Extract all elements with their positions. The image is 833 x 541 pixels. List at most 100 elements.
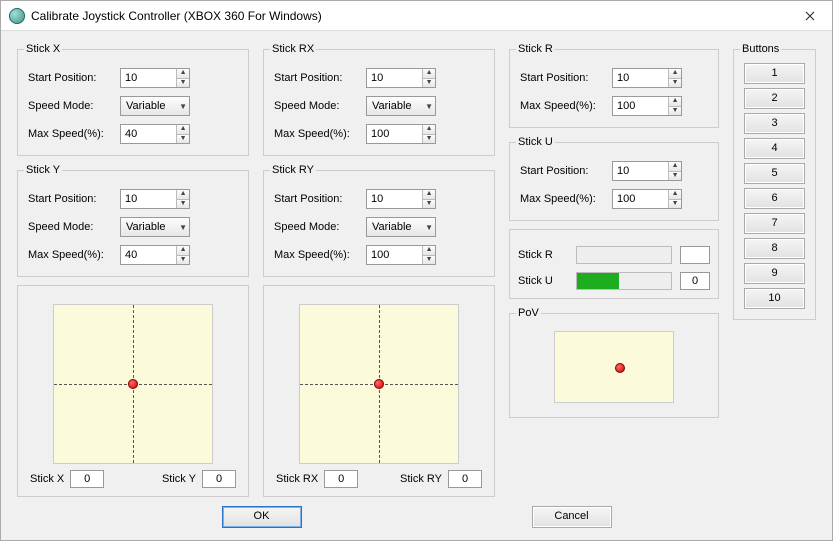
spin-down-icon[interactable]: ▼ [423,200,435,209]
legend-stick-x: Stick X [24,43,62,55]
stick-u-start-position-input[interactable] [613,162,668,180]
stick-y-max-speed-input[interactable] [121,246,176,264]
titlebar: Calibrate Joystick Controller (XBOX 360 … [1,1,832,31]
close-button[interactable] [788,1,832,31]
spin-up-icon[interactable]: ▲ [669,97,681,107]
pov-pad[interactable] [554,331,674,403]
legend-stick-rx: Stick RX [270,43,316,55]
content-area: Stick X Start Position: ▲▼ Speed Mode: V… [1,31,832,540]
stick-x-start-position-input[interactable] [121,69,176,87]
stick-ry-max-speed-input[interactable] [367,246,422,264]
group-stick-x: Stick X Start Position: ▲▼ Speed Mode: V… [17,43,249,156]
label-max-speed: Max Speed(%): [520,193,612,205]
readout-x-label: Stick X [30,473,64,485]
group-stick-ry: Stick RY Start Position: ▲▼ Speed Mode: … [263,164,495,277]
bar-u [576,272,672,290]
stick-rx-max-speed-spinner[interactable]: ▲▼ [366,124,436,144]
spin-up-icon[interactable]: ▲ [177,246,189,256]
select-value: Variable [372,100,412,112]
spin-up-icon[interactable]: ▲ [423,125,435,135]
spin-up-icon[interactable]: ▲ [423,69,435,79]
group-stick-rx: Stick RX Start Position: ▲▼ Speed Mode: … [263,43,495,156]
stick-x-max-speed-spinner[interactable]: ▲▼ [120,124,190,144]
stick-y-max-speed-spinner[interactable]: ▲▼ [120,245,190,265]
readout-ry-value: 0 [448,470,482,488]
spin-up-icon[interactable]: ▲ [669,69,681,79]
chevron-down-icon: ▼ [179,102,187,111]
label-start-position: Start Position: [520,72,612,84]
stick-r-max-speed-spinner[interactable]: ▲▼ [612,96,682,116]
controller-button-1[interactable]: 1 [744,63,805,84]
controller-button-4[interactable]: 4 [744,138,805,159]
readout-y-label: Stick Y [162,473,196,485]
spin-down-icon[interactable]: ▼ [177,79,189,88]
spin-down-icon[interactable]: ▼ [669,200,681,209]
cancel-button[interactable]: Cancel [532,506,612,528]
bar-u-fill [577,273,619,289]
stick-ry-start-position-spinner[interactable]: ▲▼ [366,189,436,209]
stick-y-start-position-input[interactable] [121,190,176,208]
label-max-speed: Max Speed(%): [520,100,612,112]
label-start-position: Start Position: [520,165,612,177]
stick-y-start-position-spinner[interactable]: ▲▼ [120,189,190,209]
controller-button-5[interactable]: 5 [744,163,805,184]
spin-up-icon[interactable]: ▲ [423,190,435,200]
stick-ry-max-speed-spinner[interactable]: ▲▼ [366,245,436,265]
stick-rx-max-speed-input[interactable] [367,125,422,143]
stick-r-max-speed-input[interactable] [613,97,668,115]
controller-button-2[interactable]: 2 [744,88,805,109]
close-icon [805,11,815,21]
stick-u-start-position-spinner[interactable]: ▲▼ [612,161,682,181]
spin-down-icon[interactable]: ▼ [669,79,681,88]
spin-up-icon[interactable]: ▲ [423,246,435,256]
label-max-speed: Max Speed(%): [28,128,120,140]
controller-button-3[interactable]: 3 [744,113,805,134]
stick-y-speed-mode-select[interactable]: Variable ▼ [120,217,190,237]
spin-down-icon[interactable]: ▼ [177,135,189,144]
ok-button[interactable]: OK [222,506,302,528]
legend-stick-u: Stick U [516,136,555,148]
spin-up-icon[interactable]: ▲ [177,125,189,135]
xy-pad[interactable] [53,304,213,464]
stick-r-start-position-spinner[interactable]: ▲▼ [612,68,682,88]
xy-dot-icon [128,379,138,389]
stick-r-start-position-input[interactable] [613,69,668,87]
stick-rx-speed-mode-select[interactable]: Variable ▼ [366,96,436,116]
stick-x-max-speed-input[interactable] [121,125,176,143]
readout-rx-label: Stick RX [276,473,318,485]
rxy-dot-icon [374,379,384,389]
stick-x-start-position-spinner[interactable]: ▲▼ [120,68,190,88]
bar-u-value: 0 [680,272,710,290]
rxy-pad[interactable] [299,304,459,464]
label-start-position: Start Position: [28,193,120,205]
stick-x-speed-mode-select[interactable]: Variable ▼ [120,96,190,116]
stick-u-max-speed-input[interactable] [613,190,668,208]
label-start-position: Start Position: [274,72,366,84]
label-max-speed: Max Speed(%): [274,249,366,261]
spin-down-icon[interactable]: ▼ [177,256,189,265]
stick-u-max-speed-spinner[interactable]: ▲▼ [612,189,682,209]
app-icon [9,8,25,24]
spin-up-icon[interactable]: ▲ [669,162,681,172]
spin-down-icon[interactable]: ▼ [669,107,681,116]
spin-down-icon[interactable]: ▼ [177,200,189,209]
spin-down-icon[interactable]: ▼ [423,135,435,144]
stick-rx-start-position-input[interactable] [367,69,422,87]
legend-pov: PoV [516,307,541,319]
controller-button-8[interactable]: 8 [744,238,805,259]
controller-button-6[interactable]: 6 [744,188,805,209]
spin-up-icon[interactable]: ▲ [177,69,189,79]
spin-up-icon[interactable]: ▲ [669,190,681,200]
label-start-position: Start Position: [274,193,366,205]
spin-down-icon[interactable]: ▼ [669,172,681,181]
spin-down-icon[interactable]: ▼ [423,256,435,265]
stick-rx-start-position-spinner[interactable]: ▲▼ [366,68,436,88]
stick-ry-start-position-input[interactable] [367,190,422,208]
spin-up-icon[interactable]: ▲ [177,190,189,200]
label-max-speed: Max Speed(%): [274,128,366,140]
controller-button-7[interactable]: 7 [744,213,805,234]
stick-ry-speed-mode-select[interactable]: Variable ▼ [366,217,436,237]
spin-down-icon[interactable]: ▼ [423,79,435,88]
controller-button-10[interactable]: 10 [744,288,805,309]
controller-button-9[interactable]: 9 [744,263,805,284]
